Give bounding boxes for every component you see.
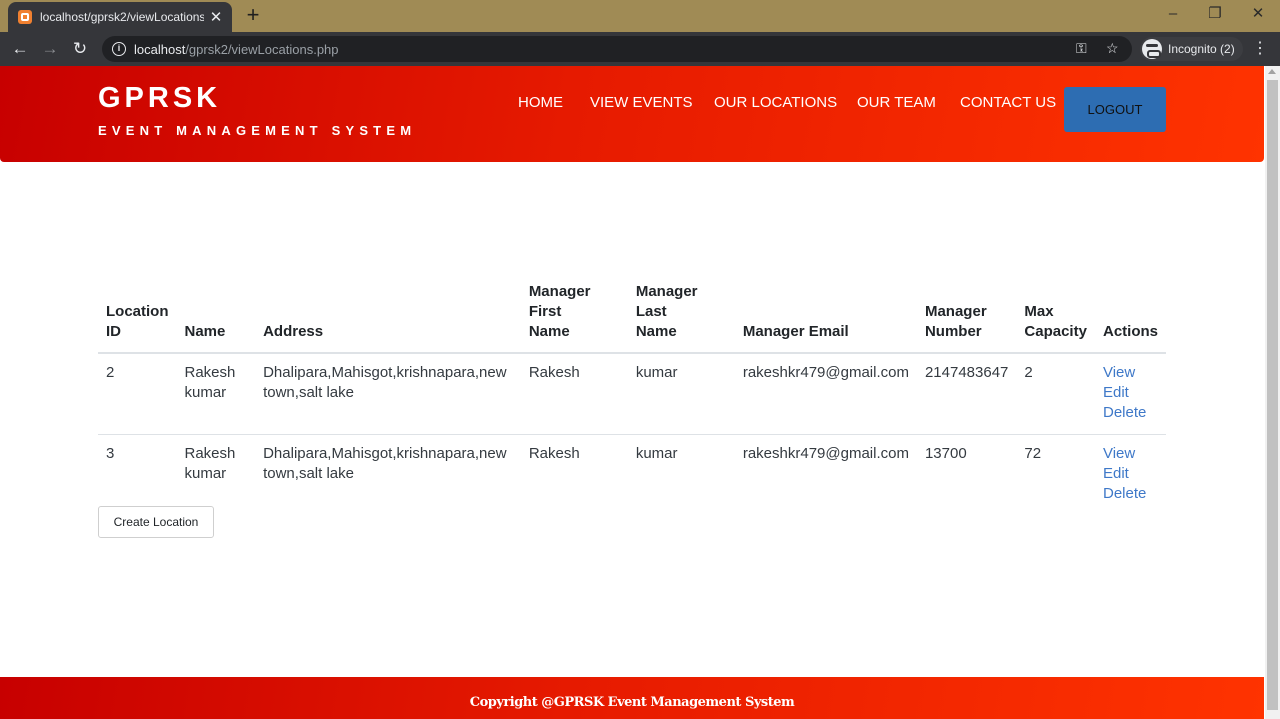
locations-table: Location ID Name Address Manager First Nam…	[98, 282, 1166, 515]
cell-max-capacity: 2	[1016, 353, 1095, 435]
site-info-icon[interactable]: i	[112, 42, 126, 56]
vertical-scrollbar[interactable]	[1265, 66, 1280, 719]
close-tab-icon[interactable]: ✕	[208, 8, 224, 26]
brand-title[interactable]: GPRSK	[98, 82, 221, 115]
cell-address: Dhalipara,Mahisgot,krishnapara,new town,s…	[255, 353, 521, 435]
browser-tab-strip: localhost/gprsk2/viewLocations.p ✕ + – ❐…	[0, 0, 1280, 32]
close-window-icon[interactable]: ✕	[1243, 4, 1273, 24]
address-bar[interactable]: i localhost/gprsk2/viewLocations.php ⚿ ☆	[102, 36, 1132, 62]
restore-icon[interactable]: ❐	[1200, 4, 1230, 24]
create-location-button[interactable]: Create Location	[98, 506, 214, 538]
col-manager-number: Manager Number	[916, 282, 1017, 354]
cell-manager-last-name: kumar	[635, 445, 678, 462]
new-tab-icon[interactable]: +	[242, 4, 264, 26]
reload-icon[interactable]: ↻	[68, 38, 92, 60]
site-footer: Copyright @GPRSK Event Management System	[0, 677, 1264, 719]
col-actions: Actions	[1094, 282, 1166, 354]
scroll-up-icon[interactable]	[1268, 69, 1276, 74]
bookmark-star-icon[interactable]: ☆	[1106, 40, 1119, 57]
delete-link[interactable]: Delete	[1103, 484, 1158, 504]
cell-name: Rakesh kumar	[176, 353, 256, 435]
nav-view-events[interactable]: VIEW EVENTS	[590, 94, 693, 111]
xampp-favicon-icon	[18, 10, 32, 24]
url-path: /gprsk2/viewLocations.php	[185, 41, 339, 57]
view-link[interactable]: View	[1103, 444, 1158, 464]
page-viewport: GPRSK EVENT MANAGEMENT SYSTEM HOME VIEW …	[0, 66, 1280, 719]
cell-location-id: 2	[98, 353, 177, 435]
tab-title: localhost/gprsk2/viewLocations.p	[40, 10, 204, 24]
delete-link[interactable]: Delete	[1103, 403, 1158, 423]
forward-icon[interactable]: →	[38, 38, 62, 60]
cell-manager-first-name: Rakesh	[528, 445, 580, 462]
cell-actions: View Edit Delete	[1094, 353, 1166, 435]
cell-manager-email: rakeshkr479@gmail.com	[742, 445, 909, 462]
minimize-icon[interactable]: –	[1158, 4, 1188, 24]
url-host: localhost	[134, 41, 186, 57]
cell-actions: View Edit Delete	[1095, 435, 1166, 516]
nav-our-locations[interactable]: OUR LOCATIONS	[714, 94, 837, 111]
browser-tab[interactable]: localhost/gprsk2/viewLocations.p ✕	[8, 2, 232, 32]
cell-manager-number: 13700	[924, 445, 967, 462]
footer-copyright: Copyright @GPRSK Event Management System	[469, 695, 795, 710]
cell-max-capacity: 72	[1024, 445, 1042, 462]
cell-location-id: 3	[106, 445, 115, 462]
col-manager-last-name: Manager Last Name	[627, 282, 735, 354]
table-row: 2 Rakesh kumar Dhalipara,Mahisgot,krishna…	[98, 353, 1166, 435]
key-icon[interactable]: ⚿	[1076, 40, 1087, 57]
scrollbar-thumb[interactable]	[1267, 80, 1278, 710]
col-name: Name	[176, 282, 256, 354]
col-manager-first-name: Manager First Name	[520, 282, 628, 354]
nav-home[interactable]: HOME	[518, 94, 563, 111]
incognito-badge[interactable]: Incognito (2)	[1140, 37, 1243, 61]
table-header-row: Location ID Name Address Manager First Nam…	[98, 282, 1166, 354]
nav-contact-us[interactable]: CONTACT US	[960, 94, 1056, 111]
browser-menu-icon[interactable]: ⋮	[1252, 38, 1268, 60]
browser-toolbar: ← → ↻ i localhost/gprsk2/viewLocations.p…	[0, 32, 1280, 66]
cell-manager-number: 2147483647	[916, 353, 1017, 435]
incognito-icon	[1142, 39, 1162, 59]
back-icon[interactable]: ←	[8, 38, 32, 60]
edit-link[interactable]: Edit	[1103, 464, 1158, 484]
cell-manager-first-name: Rakesh	[520, 353, 628, 435]
col-max-capacity: Max Capacity	[1016, 282, 1095, 354]
logout-button[interactable]: LOGOUT	[1064, 87, 1166, 132]
incognito-label: Incognito (2)	[1168, 42, 1235, 56]
table-row: 3 Rakesh kumar Dhalipara,Mahisgot,krishna…	[98, 435, 1166, 516]
cell-manager-last-name: kumar	[627, 353, 735, 435]
site-header: GPRSK EVENT MANAGEMENT SYSTEM HOME VIEW …	[0, 66, 1264, 162]
edit-link[interactable]: Edit	[1103, 383, 1158, 403]
nav-our-team[interactable]: OUR TEAM	[857, 94, 936, 111]
brand-tagline: EVENT MANAGEMENT SYSTEM	[98, 123, 417, 138]
view-link[interactable]: View	[1103, 363, 1158, 383]
col-address: Address	[255, 282, 521, 354]
cell-name: Rakesh kumar	[184, 445, 236, 482]
col-manager-email: Manager Email	[734, 282, 917, 354]
col-location-id: Location ID	[98, 282, 177, 354]
cell-address: Dhalipara,Mahisgot,krishnapara,new town,s…	[263, 445, 507, 482]
cell-manager-email: rakeshkr479@gmail.com	[734, 353, 917, 435]
